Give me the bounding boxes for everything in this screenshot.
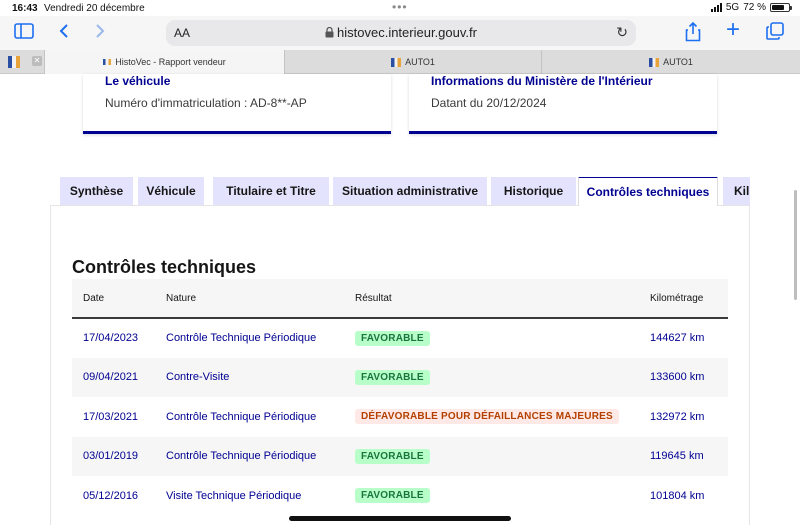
cell-nature: Contrôle Technique Périodique	[166, 450, 317, 463]
battery-icon	[770, 3, 792, 12]
url-value: histovec.interieur.gouv.fr	[337, 25, 477, 40]
status-bar: 16:43 Vendredi 20 décembre ••• 5G 72 %	[0, 0, 800, 16]
cell-mileage: 132972 km	[650, 410, 705, 423]
registration-number: Numéro d'immatriculation : AD-8**-AP	[105, 96, 307, 110]
cell-result: FAVORABLE	[344, 476, 639, 516]
vehicle-card: Le véhicule Numéro d'immatriculation : A…	[83, 74, 391, 134]
tab-auto1-first[interactable]: AUTO1	[284, 50, 541, 74]
cell-result: FAVORABLE	[344, 437, 639, 477]
cell-mileage: 133600 km	[650, 371, 705, 384]
share-icon[interactable]	[685, 21, 701, 47]
table-row: 03/01/2019 Contrôle Technique Périodique…	[72, 436, 728, 477]
tab-titulaire[interactable]: Titulaire et Titre	[213, 177, 329, 205]
tab-histovec[interactable]: HistoVec - Rapport vendeur	[44, 50, 284, 74]
status-right: 5G 72 %	[710, 2, 792, 13]
address-bar[interactable]: AA histovec.interieur.gouv.fr ↻	[166, 20, 636, 46]
column-header-result: Résultat	[355, 292, 392, 304]
cell-result: FAVORABLE	[344, 358, 639, 398]
cell-nature: Contrôle Technique Périodique	[166, 410, 317, 423]
tab-historique[interactable]: Historique	[491, 177, 576, 205]
home-indicator[interactable]	[289, 516, 511, 521]
table-row: 17/04/2023 Contrôle Technique Périodique…	[72, 318, 728, 358]
cell-result: FAVORABLE	[344, 318, 639, 358]
battery-percent: 72 %	[743, 2, 766, 13]
tab-synthese[interactable]: Synthèse	[60, 177, 133, 205]
network-label: 5G	[725, 2, 740, 13]
reload-icon[interactable]: ↻	[616, 24, 628, 41]
pinned-tab[interactable]	[0, 50, 28, 74]
url-text[interactable]: histovec.interieur.gouv.fr	[166, 25, 636, 40]
site-favicon-icon	[391, 57, 402, 67]
sidebar-icon[interactable]	[14, 22, 34, 44]
page-scrollbar[interactable]	[794, 190, 797, 300]
cell-date: 03/01/2019	[83, 450, 139, 463]
cell-date: 17/03/2021	[83, 410, 139, 423]
column-header-nature: Nature	[166, 292, 197, 304]
status-time: 16:43	[12, 3, 38, 14]
result-badge: FAVORABLE	[355, 369, 430, 385]
ministry-date: Datant du 20/12/2024	[431, 96, 547, 110]
tab-overview-icon[interactable]	[766, 22, 784, 45]
vehicle-card-title: Le véhicule	[105, 74, 171, 88]
close-tab-icon[interactable]: ✕	[32, 56, 42, 66]
new-tab-icon[interactable]: +	[726, 18, 740, 42]
tab-vehicule[interactable]: Véhicule	[138, 177, 204, 205]
table-row: 17/03/2021 Contrôle Technique Périodique…	[72, 397, 728, 437]
site-favicon-icon	[8, 56, 20, 68]
tab-label: HistoVec - Rapport vendeur	[115, 57, 226, 67]
flag-icon	[103, 59, 112, 65]
table-row: 05/12/2016 Visite Technique Périodique F…	[72, 476, 728, 516]
result-badge: DÉFAVORABLE POUR DÉFAILLANCES MAJEURES	[355, 409, 619, 425]
cell-mileage: 101804 km	[650, 489, 705, 502]
table-row: 09/04/2021 Contre-Visite FAVORABLE 13360…	[72, 357, 728, 398]
browser-toolbar: AA histovec.interieur.gouv.fr ↻ +	[0, 16, 800, 50]
back-icon[interactable]	[58, 22, 70, 44]
cell-date: 17/04/2023	[83, 332, 139, 345]
cell-mileage: 119645 km	[650, 450, 704, 463]
table-header-row: Date Nature Résultat Kilométrage	[72, 279, 728, 318]
tab-situation[interactable]: Situation administrative	[333, 177, 487, 205]
result-badge: FAVORABLE	[355, 448, 430, 464]
tab-kilometrage[interactable]: Kil	[723, 177, 750, 205]
cell-nature: Contrôle Technique Périodique	[166, 332, 317, 345]
cell-result: DÉFAVORABLE POUR DÉFAILLANCES MAJEURES	[344, 397, 639, 437]
status-date: Vendredi 20 décembre	[44, 3, 145, 14]
multitasking-dots-icon[interactable]: •••	[392, 0, 408, 14]
section-title: Contrôles techniques	[72, 257, 257, 277]
cell-nature: Visite Technique Périodique	[166, 489, 302, 502]
column-header-date: Date	[83, 292, 105, 304]
ministry-card-title: Informations du Ministère de l'Intérieur	[431, 74, 653, 88]
tab-label: AUTO1	[663, 57, 693, 67]
ministry-card: Informations du Ministère de l'Intérieur…	[409, 74, 717, 134]
inspections-table: Date Nature Résultat Kilométrage 17/04/2…	[72, 279, 728, 516]
lock-icon	[325, 26, 334, 38]
tab-label: AUTO1	[405, 57, 435, 67]
browser-tab-bar: ✕ HistoVec - Rapport vendeur AUTO1 AUTO1	[0, 50, 800, 74]
tab-auto1-second[interactable]: AUTO1	[541, 50, 800, 74]
cell-mileage: 144627 km	[650, 332, 705, 345]
cell-nature: Contre-Visite	[166, 371, 230, 384]
column-header-mileage: Kilométrage	[650, 292, 704, 304]
result-badge: FAVORABLE	[355, 330, 430, 346]
result-badge: FAVORABLE	[355, 488, 430, 504]
tab-controles[interactable]: Contrôles techniques	[578, 177, 718, 206]
cell-date: 05/12/2016	[83, 489, 139, 502]
report-tabs: Synthèse Véhicule Titulaire et Titre Sit…	[60, 177, 750, 206]
cell-date: 09/04/2021	[83, 371, 139, 384]
forward-icon[interactable]	[94, 22, 106, 44]
site-favicon-icon	[649, 57, 660, 67]
signal-icon	[710, 3, 722, 12]
